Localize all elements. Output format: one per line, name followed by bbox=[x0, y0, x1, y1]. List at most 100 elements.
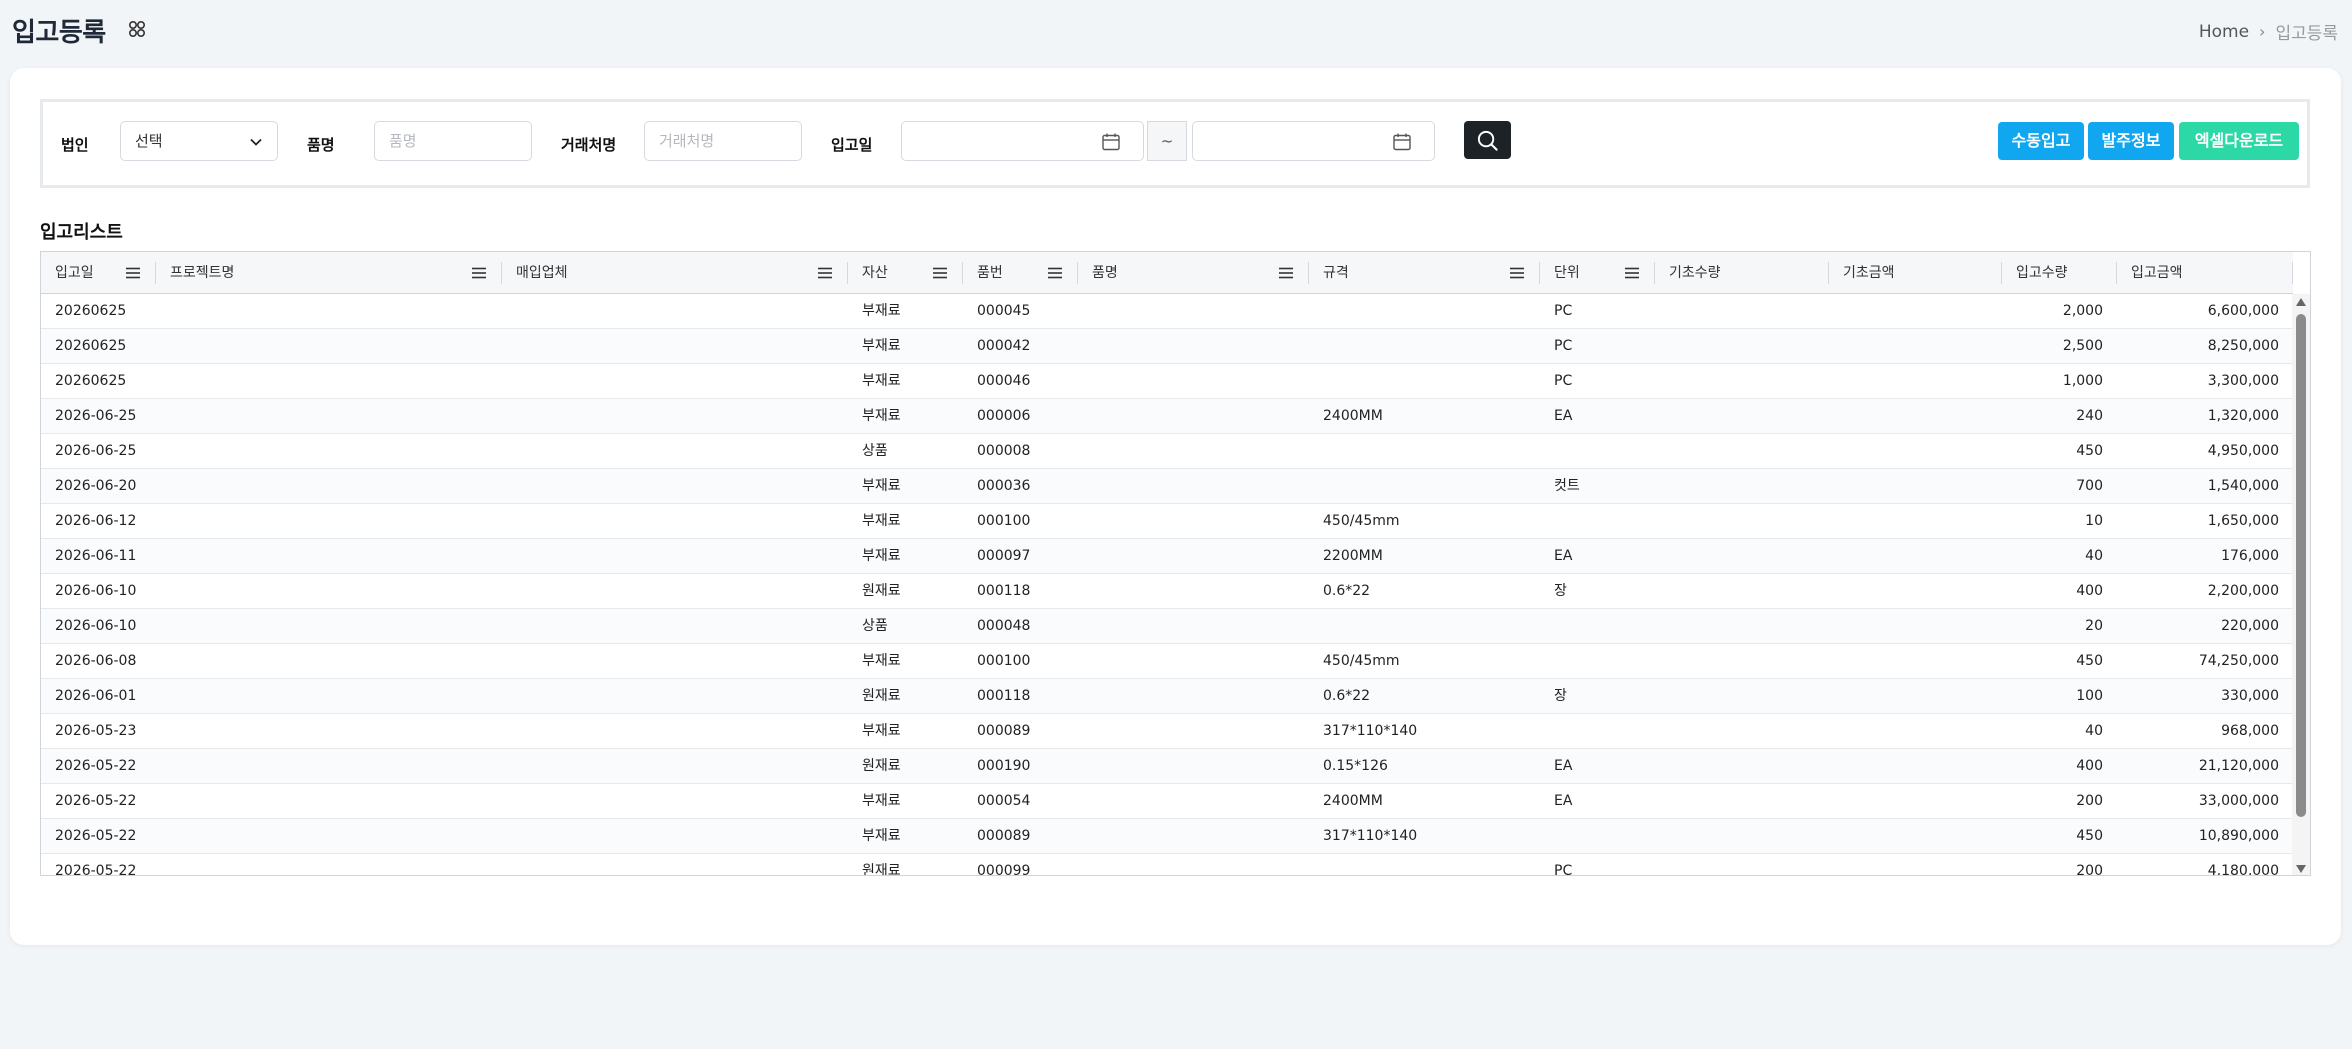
column-header-item-code[interactable]: 품번 bbox=[963, 252, 1078, 294]
grid-icon[interactable] bbox=[127, 19, 147, 39]
cell-item-code: 000042 bbox=[977, 338, 1031, 354]
search-icon bbox=[1477, 130, 1498, 151]
cell-asset: 부재료 bbox=[862, 793, 901, 809]
cell-item-name bbox=[1078, 854, 1309, 875]
cell-project bbox=[156, 679, 502, 713]
filter-bar: 법인 선택 품명 거래처명 입고일 ~ bbox=[40, 99, 2310, 188]
date-to-input[interactable] bbox=[1192, 121, 1435, 161]
calendar-icon[interactable] bbox=[1101, 132, 1121, 152]
cell-unit bbox=[1540, 434, 1655, 468]
cell-base-amount bbox=[1829, 294, 2002, 328]
cell-asset: 부재료 bbox=[862, 338, 901, 354]
column-header-base-qty[interactable]: 기초수량 bbox=[1655, 252, 1829, 294]
cell-item-code: 000100 bbox=[977, 513, 1031, 529]
cell-spec: 450/45mm bbox=[1323, 653, 1400, 669]
table-scrollbar[interactable] bbox=[2292, 294, 2310, 875]
table-row[interactable]: 2026-05-23 부재료 000089 317*110*140 40 968,000 bbox=[41, 714, 2293, 749]
corp-select[interactable]: 선택 bbox=[120, 121, 278, 161]
page-title: 입고등록 bbox=[12, 18, 106, 48]
table-row[interactable]: 2026-06-10 원재료 000118 0.6*22 장 400 2,200,000 bbox=[41, 574, 2293, 609]
column-header-vendor[interactable]: 매입업체 bbox=[502, 252, 848, 294]
table-row[interactable]: 2026-06-08 부재료 000100 450/45mm 450 74,250,000 bbox=[41, 644, 2293, 679]
cell-asset: 원재료 bbox=[862, 688, 901, 704]
column-menu-icon[interactable] bbox=[818, 267, 832, 279]
cell-base-amount bbox=[1829, 399, 2002, 433]
cell-item-name bbox=[1078, 329, 1309, 363]
calendar-icon[interactable] bbox=[1392, 132, 1412, 152]
table-row[interactable]: 2026-06-25 부재료 000006 2400MM EA 240 1,320,000 bbox=[41, 399, 2293, 434]
column-header-item-name[interactable]: 품명 bbox=[1078, 252, 1309, 294]
column-menu-icon[interactable] bbox=[1510, 267, 1524, 279]
table-row[interactable]: 2026-06-11 부재료 000097 2200MM EA 40 176,000 bbox=[41, 539, 2293, 574]
cell-item-code: 000100 bbox=[977, 653, 1031, 669]
table-row[interactable]: 2026-05-22 원재료 000190 0.15*126 EA 400 21,120,0… bbox=[41, 749, 2293, 784]
cell-item-code: 000006 bbox=[977, 408, 1031, 424]
column-header-receipt-amount[interactable]: 입고금액 bbox=[2117, 252, 2293, 294]
scroll-thumb[interactable] bbox=[2296, 314, 2306, 817]
cell-unit: 컷트 bbox=[1554, 478, 1580, 494]
column-resize-handle[interactable] bbox=[2292, 262, 2293, 284]
cell-asset: 원재료 bbox=[862, 863, 901, 876]
partner-name-input[interactable] bbox=[644, 121, 802, 161]
cell-base-amount bbox=[1829, 329, 2002, 363]
search-button[interactable] bbox=[1464, 121, 1511, 159]
column-header-date[interactable]: 입고일 bbox=[41, 252, 156, 294]
table-row[interactable]: 2026-06-10 상품 000048 20 220,000 bbox=[41, 609, 2293, 644]
cell-item-name bbox=[1078, 644, 1309, 678]
column-header-label: 입고일 bbox=[55, 265, 94, 281]
table-row[interactable]: 20260625 부재료 000046 PC 1,000 3,300,000 bbox=[41, 364, 2293, 399]
column-header-spec[interactable]: 규격 bbox=[1309, 252, 1540, 294]
cell-receipt-amount: 8,250,000 bbox=[2207, 338, 2279, 354]
cell-asset: 상품 bbox=[862, 443, 888, 459]
table-row[interactable]: 20260625 부재료 000045 PC 2,000 6,600,000 bbox=[41, 294, 2293, 329]
column-header-label: 기초금액 bbox=[1843, 265, 1895, 281]
cell-receipt-amount: 1,540,000 bbox=[2207, 478, 2279, 494]
cell-date: 2026-05-22 bbox=[55, 828, 137, 844]
cell-asset: 부재료 bbox=[862, 653, 901, 669]
item-name-input[interactable] bbox=[374, 121, 532, 161]
column-menu-icon[interactable] bbox=[933, 267, 947, 279]
content-card: 법인 선택 품명 거래처명 입고일 ~ bbox=[10, 68, 2341, 945]
table-row[interactable]: 2026-06-01 원재료 000118 0.6*22 장 100 330,000 bbox=[41, 679, 2293, 714]
column-menu-icon[interactable] bbox=[1048, 267, 1062, 279]
cell-project bbox=[156, 294, 502, 328]
cell-base-amount bbox=[1829, 469, 2002, 503]
column-header-receipt-qty[interactable]: 입고수량 bbox=[2002, 252, 2117, 294]
manual-receipt-button[interactable]: 수동입고 bbox=[1998, 122, 2084, 160]
scroll-up-icon[interactable] bbox=[2296, 298, 2306, 306]
cell-date: 2026-06-08 bbox=[55, 653, 137, 669]
scroll-down-icon[interactable] bbox=[2296, 865, 2306, 873]
cell-project bbox=[156, 749, 502, 783]
cell-project bbox=[156, 644, 502, 678]
table-row[interactable]: 2026-06-20 부재료 000036 컷트 700 1,540,000 bbox=[41, 469, 2293, 504]
table-row[interactable]: 2026-05-22 부재료 000054 2400MM EA 200 33,000,000 bbox=[41, 784, 2293, 819]
cell-spec bbox=[1309, 364, 1540, 398]
breadcrumb-home[interactable]: Home bbox=[2199, 22, 2249, 42]
column-menu-icon[interactable] bbox=[126, 267, 140, 279]
column-menu-icon[interactable] bbox=[1625, 267, 1639, 279]
column-header-project[interactable]: 프로젝트명 bbox=[156, 252, 502, 294]
cell-base-qty bbox=[1655, 854, 1829, 875]
cell-item-code: 000046 bbox=[977, 373, 1031, 389]
table-row[interactable]: 2026-05-22 원재료 000099 PC 200 4,180,000 bbox=[41, 854, 2293, 876]
order-info-button[interactable]: 발주정보 bbox=[2088, 122, 2174, 160]
cell-vendor bbox=[502, 294, 848, 328]
excel-download-button[interactable]: 엑셀다운로드 bbox=[2179, 122, 2299, 160]
table-row[interactable]: 2026-05-22 부재료 000089 317*110*140 450 10,890,… bbox=[41, 819, 2293, 854]
column-header-label: 기초수량 bbox=[1669, 265, 1721, 281]
column-header-base-amount[interactable]: 기초금액 bbox=[1829, 252, 2002, 294]
column-menu-icon[interactable] bbox=[472, 267, 486, 279]
table-row[interactable]: 2026-06-12 부재료 000100 450/45mm 10 1,650,000 bbox=[41, 504, 2293, 539]
cell-item-code: 000190 bbox=[977, 758, 1031, 774]
cell-spec bbox=[1309, 329, 1540, 363]
cell-vendor bbox=[502, 854, 848, 875]
list-title: 입고리스트 bbox=[40, 222, 123, 243]
table-row[interactable]: 20260625 부재료 000042 PC 2,500 8,250,000 bbox=[41, 329, 2293, 364]
column-header-unit[interactable]: 단위 bbox=[1540, 252, 1655, 294]
cell-receipt-amount: 1,650,000 bbox=[2207, 513, 2279, 529]
column-header-asset[interactable]: 자산 bbox=[848, 252, 963, 294]
table-row[interactable]: 2026-06-25 상품 000008 450 4,950,000 bbox=[41, 434, 2293, 469]
cell-date: 2026-05-23 bbox=[55, 723, 137, 739]
column-menu-icon[interactable] bbox=[1279, 267, 1293, 279]
date-from-input[interactable] bbox=[901, 121, 1144, 161]
